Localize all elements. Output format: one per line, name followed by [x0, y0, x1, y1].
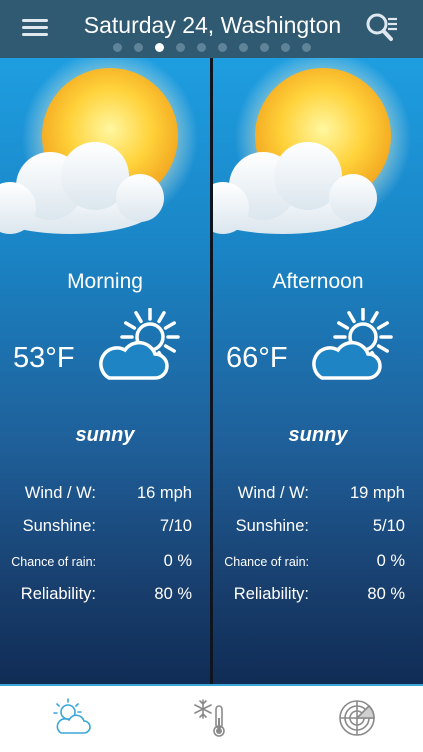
- detail-label: Sunshine:: [22, 517, 96, 535]
- detail-label: Wind / W:: [24, 484, 96, 502]
- detail-label: Reliability:: [20, 585, 96, 603]
- bottom-tab-bar: [0, 684, 423, 752]
- tab-forecast[interactable]: [49, 696, 95, 740]
- page-dot[interactable]: [280, 43, 290, 52]
- sun-cloud-illustration: [213, 58, 411, 234]
- tab-radar[interactable]: [335, 696, 381, 740]
- temperature: 66°F: [226, 342, 288, 374]
- snow-temperature-icon: [194, 699, 225, 737]
- partly-sunny-icon: [312, 308, 393, 380]
- detail-value: 0 %: [376, 552, 405, 570]
- detail-label: Sunshine:: [235, 517, 309, 535]
- detail-row-wind: Wind / W: 19 mph: [213, 484, 423, 508]
- detail-value: 80 %: [154, 585, 192, 603]
- page-indicator[interactable]: [0, 43, 423, 52]
- detail-row-reliability: Reliability: 80 %: [213, 585, 423, 609]
- hamburger-icon: [22, 19, 48, 22]
- detail-row-sunshine: Sunshine: 5/10: [213, 517, 423, 541]
- weather-forecast-icon: [53, 698, 91, 734]
- detail-row-sunshine: Sunshine: 7/10: [0, 517, 210, 541]
- detail-value: 5/10: [372, 517, 405, 535]
- page-dot[interactable]: [196, 43, 206, 52]
- period-label: Morning: [67, 270, 143, 293]
- forecast-panels: Morning 53°F sunny Wind / W: 16 mph Sunsh…: [0, 58, 423, 684]
- detail-value: 16 mph: [136, 484, 192, 502]
- detail-label: Reliability:: [233, 585, 309, 603]
- page-title: Saturday 24, Washington: [83, 12, 342, 38]
- detail-value: 19 mph: [349, 484, 405, 502]
- page-dot[interactable]: [112, 43, 122, 52]
- tab-snow-temperature[interactable]: [188, 696, 234, 740]
- forecast-panel-afternoon[interactable]: Afternoon 66°F sunny Wind / W: 19 mph Sun…: [213, 58, 423, 684]
- page-dot[interactable]: [154, 43, 164, 52]
- detail-value: 0 %: [163, 552, 192, 570]
- detail-row-wind: Wind / W: 16 mph: [0, 484, 210, 508]
- sun-cloud-illustration: [0, 58, 198, 234]
- detail-label: Chance of rain:: [11, 555, 96, 569]
- app-header: Saturday 24, Washington: [0, 0, 423, 58]
- detail-row-chance-of-rain: Chance of rain: 0 %: [0, 552, 210, 576]
- detail-row-chance-of-rain: Chance of rain: 0 %: [213, 552, 423, 576]
- period-label: Afternoon: [272, 270, 364, 293]
- detail-label: Wind / W:: [237, 484, 309, 502]
- condition-text: sunny: [75, 424, 135, 446]
- condition-text: sunny: [288, 424, 348, 446]
- page-dot[interactable]: [238, 43, 248, 52]
- radar-icon: [339, 700, 375, 736]
- page-dot[interactable]: [133, 43, 143, 52]
- page-dot[interactable]: [175, 43, 185, 52]
- forecast-panel-morning[interactable]: Morning 53°F sunny Wind / W: 16 mph Sunsh…: [0, 58, 210, 684]
- page-dot[interactable]: [301, 43, 311, 52]
- search-list-icon: [366, 13, 397, 41]
- detail-value: 7/10: [159, 517, 192, 535]
- detail-label: Chance of rain:: [224, 555, 309, 569]
- search-button[interactable]: [364, 11, 400, 45]
- partly-sunny-icon: [99, 308, 180, 380]
- detail-row-reliability: Reliability: 80 %: [0, 585, 210, 609]
- page-dot[interactable]: [259, 43, 269, 52]
- menu-button[interactable]: [20, 15, 50, 41]
- temperature: 53°F: [13, 342, 75, 374]
- page-dot[interactable]: [217, 43, 227, 52]
- detail-value: 80 %: [367, 585, 405, 603]
